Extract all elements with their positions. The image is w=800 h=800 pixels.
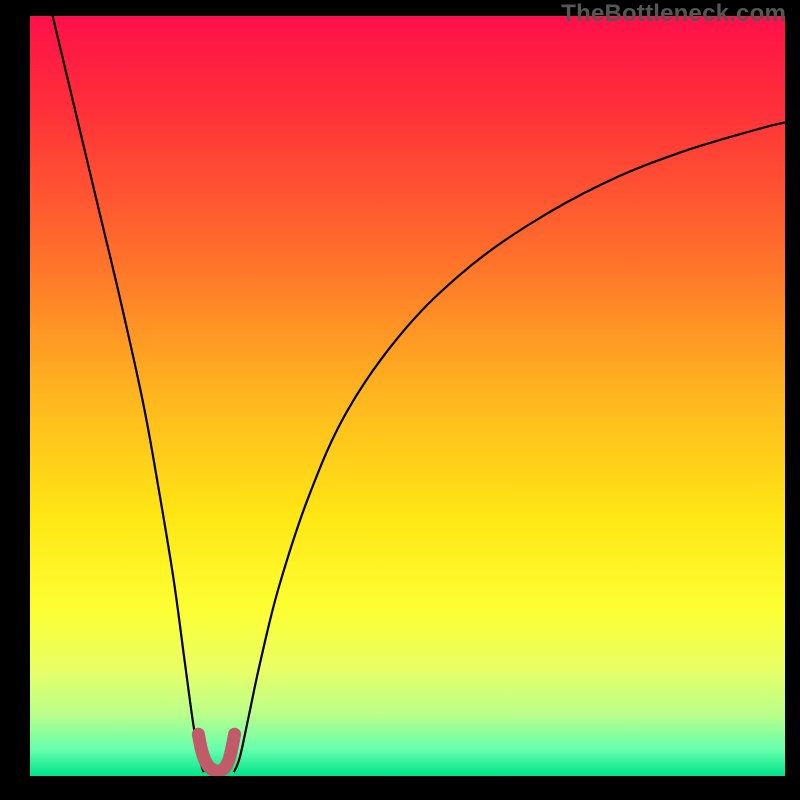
- bottleneck-chart: [30, 16, 785, 776]
- gradient-background: [30, 16, 785, 776]
- chart-frame: [30, 16, 785, 776]
- watermark-text: TheBottleneck.com: [561, 0, 786, 28]
